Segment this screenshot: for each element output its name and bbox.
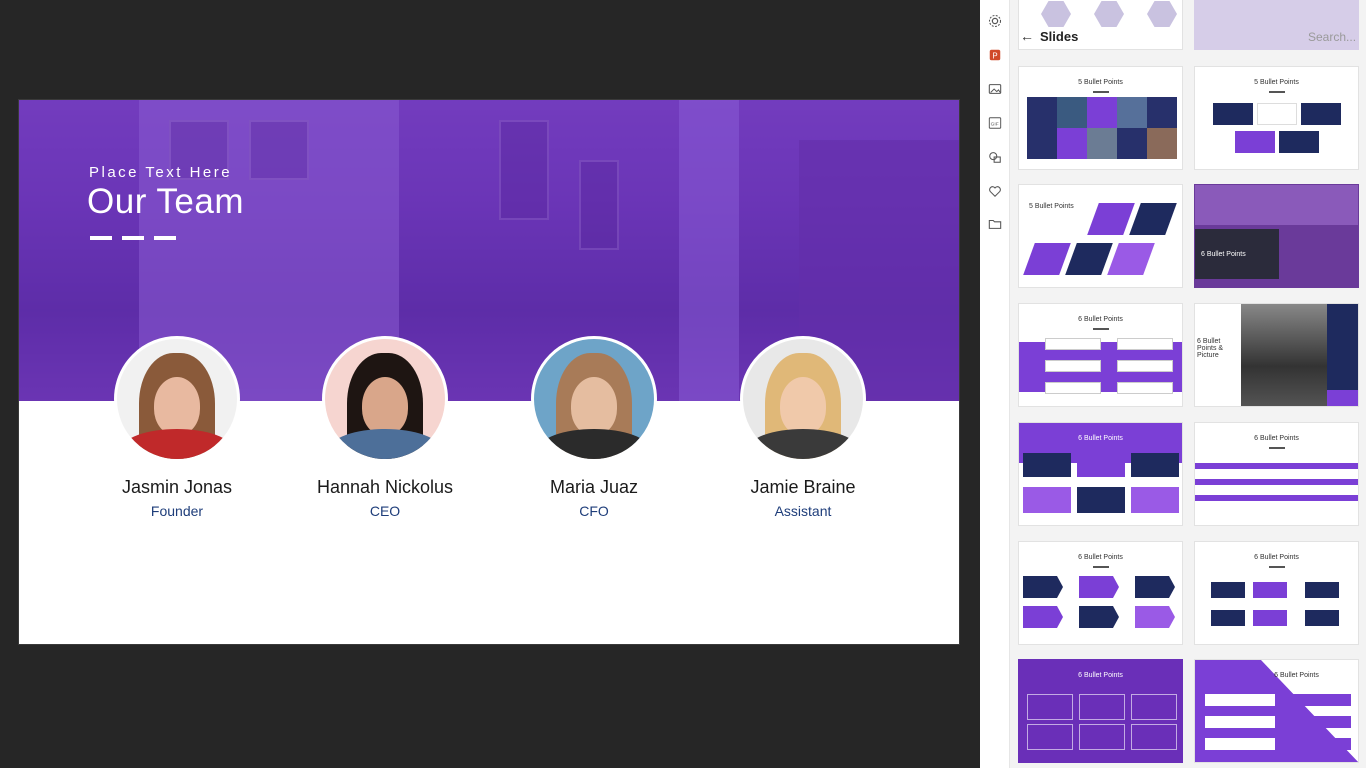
slide-thumb-1[interactable]: 5 Bullet Points <box>1018 66 1183 170</box>
image-icon[interactable] <box>987 81 1003 97</box>
slide-thumb-3[interactable]: 5 Bullet Points <box>1018 184 1183 288</box>
shapes-icon[interactable] <box>987 149 1003 165</box>
member-name: Maria Juaz <box>549 477 639 497</box>
slide-thumb-5[interactable]: 6 Bullet Points <box>1018 303 1183 407</box>
thumb-caption: 6 Bullet Points & Picture <box>1197 338 1224 359</box>
slide-thumb-2[interactable]: 5 Bullet Points <box>1194 66 1359 170</box>
slides-panel: ← Slides Search... 5 Bullet Points 5 Bul… <box>1010 0 1366 768</box>
team-member-4: Jamie Braine Assistant <box>723 336 883 519</box>
member-role: Assistant <box>774 503 832 519</box>
svg-text:P: P <box>992 52 997 61</box>
avatar <box>740 336 866 462</box>
member-role: CFO <box>579 503 609 519</box>
gear-icon[interactable] <box>987 13 1003 29</box>
slide-thumb-12[interactable]: 6 Bullet Points <box>1194 659 1359 763</box>
slide-thumb-7[interactable]: 6 Bullet Points <box>1018 422 1183 526</box>
thumb-caption: 5 Bullet Points <box>1078 79 1123 86</box>
member-name: Hannah Nickolus <box>316 477 454 497</box>
thumb-caption: 6 Bullet Points <box>1201 251 1246 258</box>
slide-thumb-8[interactable]: 6 Bullet Points <box>1194 422 1359 526</box>
thumb-caption: 5 Bullet Points <box>1254 79 1299 86</box>
editor-canvas: Place Text Here Our Team Jasmin Jonas Fo… <box>0 0 980 768</box>
slides-panel-header: ← Slides Search... <box>1010 26 1366 50</box>
thumb-caption: 6 Bullet Points <box>1274 672 1319 679</box>
avatar <box>322 336 448 462</box>
thumb-caption: 6 Bullet Points <box>1078 435 1123 442</box>
thumb-caption: 6 Bullet Points <box>1078 316 1123 323</box>
member-name: Jasmin Jonas <box>121 477 233 497</box>
thumb-caption: 6 Bullet Points <box>1254 435 1299 442</box>
title-dashes <box>90 236 176 240</box>
thumb-caption: 6 Bullet Points <box>1078 672 1123 679</box>
slide-thumb-10[interactable]: 6 Bullet Points <box>1194 541 1359 645</box>
slide-thumb-4[interactable]: 6 Bullet Points <box>1194 184 1359 288</box>
team-member-1: Jasmin Jonas Founder <box>97 336 257 519</box>
thumb-caption: 6 Bullet Points <box>1078 554 1123 561</box>
powerpoint-icon[interactable]: P <box>987 47 1003 63</box>
avatar <box>531 336 657 462</box>
svg-text:GIF: GIF <box>991 122 999 128</box>
slide-our-team[interactable]: Place Text Here Our Team Jasmin Jonas Fo… <box>18 99 960 645</box>
member-role: CEO <box>369 503 401 519</box>
slide-thumb-11[interactable]: 6 Bullet Points <box>1018 659 1183 763</box>
back-arrow-icon[interactable]: ← <box>1020 28 1034 44</box>
gif-icon[interactable]: GIF <box>987 115 1003 131</box>
member-role: Founder <box>150 503 204 519</box>
slide-thumb-6[interactable]: 6 Bullet Points & Picture <box>1194 303 1359 407</box>
member-name: Jamie Braine <box>750 477 856 497</box>
avatar <box>114 336 240 462</box>
panel-title: Slides <box>1040 29 1079 44</box>
slide-title: Our Team <box>87 182 245 221</box>
folder-icon[interactable] <box>987 216 1003 232</box>
thumb-caption: 5 Bullet Points <box>1029 203 1074 210</box>
heart-icon[interactable] <box>987 183 1003 199</box>
thumb-caption: 6 Bullet Points <box>1254 554 1299 561</box>
team-member-2: Hannah Nickolus CEO <box>305 336 465 519</box>
team-member-3: Maria Juaz CFO <box>514 336 674 519</box>
search-input[interactable]: Search... <box>1308 30 1356 44</box>
sidebar-iconbar: P GIF <box>980 0 1010 768</box>
slide-kicker: Place Text Here <box>89 164 233 181</box>
slide-thumb-9[interactable]: 6 Bullet Points <box>1018 541 1183 645</box>
